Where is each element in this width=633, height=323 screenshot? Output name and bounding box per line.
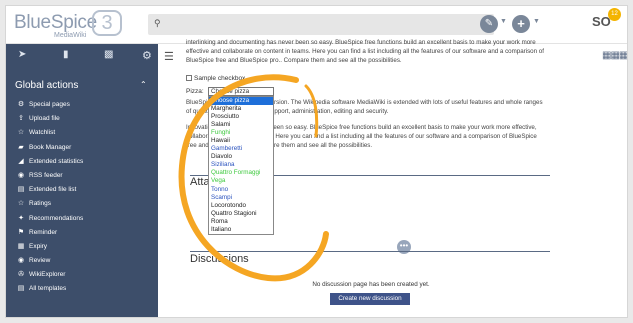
sidebar-item[interactable]: ◉ Review xyxy=(16,254,156,268)
sidebar-item-label: Watchlist xyxy=(29,129,56,137)
edit-button[interactable]: ✎ xyxy=(480,15,498,33)
sidebar-item-label: Review xyxy=(29,257,51,265)
main-content: interlinking and documenting has never b… xyxy=(186,39,556,317)
chevron-down-icon[interactable]: ▼ xyxy=(533,18,540,25)
template-icon: ▤ xyxy=(17,285,25,293)
explorer-icon: ✇ xyxy=(18,271,24,279)
sidebar-item-label: Ratings xyxy=(29,200,52,208)
content-paragraph: interlinking and documenting has never b… xyxy=(186,39,544,64)
plus-icon: + xyxy=(517,16,525,31)
pizza-option[interactable]: Italiano xyxy=(209,226,273,234)
sidebar-item-label: Expiry xyxy=(29,242,48,250)
search-icon: ⚲ xyxy=(154,18,161,28)
pencil-icon: ✎ xyxy=(484,18,494,29)
pizza-option[interactable]: Choose pizza xyxy=(209,97,273,106)
recommend-icon: ✦ xyxy=(18,214,24,222)
clipboard-icon[interactable]: ▩ xyxy=(104,49,113,60)
pizza-option[interactable]: Scampi xyxy=(209,194,273,202)
pizza-option[interactable]: Tonno xyxy=(209,186,273,194)
upload-icon: ⇪ xyxy=(18,115,24,123)
sidebar-item[interactable]: ▰ Book Manager xyxy=(16,141,156,155)
special-pages-icon: ⚙ xyxy=(17,101,25,108)
checkbox-label: Sample checkbox xyxy=(194,75,246,82)
attachments-heading: Atta xyxy=(190,176,210,188)
global-actions-list: ⚙ Special pages ⇪ Upload file ☆ Watchlist ▰… xyxy=(16,98,156,297)
notification-badge[interactable]: 12 xyxy=(608,8,621,21)
logo-wordmark: BlueSpice xyxy=(14,12,97,33)
sidebar-item[interactable]: ◢ Extended statistics xyxy=(16,155,156,169)
sidebar-item-label: Recommendations xyxy=(29,214,84,222)
sidebar-item[interactable]: ✇ WikiExplorer xyxy=(16,268,156,282)
calendar-icon: ▦ xyxy=(17,242,25,250)
sidebar-toolbar: ➤ ▮ ▩ ⚙ xyxy=(6,44,158,66)
book-icon: ▰ xyxy=(18,143,24,151)
pizza-option[interactable]: Funghi xyxy=(209,129,273,137)
star-icon: ☆ xyxy=(17,200,25,208)
logo-subtitle: MediaWiki xyxy=(54,32,87,39)
hamburger-menu-icon[interactable]: ☰ xyxy=(164,50,174,63)
sidebar-item-label: WikiExplorer xyxy=(29,271,66,279)
sidebar-item[interactable]: ☆ Watchlist xyxy=(16,126,156,140)
statistics-icon: ◢ xyxy=(18,157,24,165)
sidebar-item-label: Reminder xyxy=(29,228,58,236)
pizza-option[interactable]: Prosciutto xyxy=(209,113,273,121)
sidebar-item-label: Book Manager xyxy=(29,143,72,151)
sidebar-item[interactable]: ▤ Extended file list xyxy=(16,183,156,197)
pizza-option[interactable]: Siziliana xyxy=(209,161,273,169)
chevron-down-icon[interactable]: ▼ xyxy=(500,18,507,25)
sidebar-item[interactable]: ◉ RSS feeder xyxy=(16,169,156,183)
pizza-option[interactable]: Vega xyxy=(209,177,273,185)
sidebar-item[interactable]: ▤ All templates xyxy=(16,282,156,296)
no-discussion-message: No discussion page has been created yet. xyxy=(312,281,430,288)
sidebar-item[interactable]: ☆ Ratings xyxy=(16,197,156,211)
sidebar-item-label: Extended statistics xyxy=(29,157,84,165)
pizza-option[interactable]: Margherita xyxy=(209,105,273,113)
sidebar-item-label: Special pages xyxy=(29,101,70,108)
divider xyxy=(190,251,550,252)
chevron-up-icon[interactable]: ⌃ xyxy=(140,80,147,89)
star-icon: ☆ xyxy=(17,129,25,137)
navigation-icon[interactable]: ➤ xyxy=(18,49,26,60)
books-icon[interactable]: ▮ xyxy=(63,49,69,60)
rss-icon: ◉ xyxy=(17,171,25,179)
search-input[interactable]: ⚲ xyxy=(148,14,494,35)
sidebar-item-label: RSS feeder xyxy=(29,171,63,179)
pizza-option[interactable]: Quattro Stagioni xyxy=(209,210,273,218)
sidebar-item-label: Upload file xyxy=(29,115,60,123)
sidebar-item[interactable]: ✦ Recommendations xyxy=(16,212,156,226)
pizza-option[interactable]: Hawaii xyxy=(209,137,273,145)
flag-icon: ⚑ xyxy=(17,228,25,236)
pizza-option[interactable]: Salami xyxy=(209,121,273,129)
pizza-dropdown-list[interactable]: Choose pizza Margherita Prosciutto Salami Fu… xyxy=(208,96,274,235)
sidebar-item-label: All templates xyxy=(29,285,67,293)
checkbox[interactable] xyxy=(186,75,192,82)
sample-checkbox-row[interactable]: Sample checkbox xyxy=(186,75,245,82)
pizza-option[interactable]: Locorotondo xyxy=(209,202,273,210)
eye-icon: ◉ xyxy=(17,257,25,265)
pizza-option[interactable]: Diavolo xyxy=(209,153,273,161)
file-list-icon: ▤ xyxy=(17,186,25,194)
sidebar-item-label: Extended file list xyxy=(29,186,77,194)
global-actions-title: Global actions xyxy=(15,80,79,91)
sidebar-item[interactable]: ⚑ Reminder xyxy=(16,226,156,240)
sidebar-item[interactable]: ⇪ Upload file xyxy=(16,112,156,126)
pizza-label: Pizza: xyxy=(186,88,204,95)
create-discussion-button[interactable]: Create new discussion xyxy=(330,293,410,305)
pizza-select[interactable]: Choose pizza xyxy=(208,87,274,96)
app-window: BlueSpice MediaWiki 3 ⚲ ✎ ▼ + ▼ SO 12 ➤ … xyxy=(5,5,628,318)
pizza-option[interactable]: Quattro Formaggi xyxy=(209,169,273,177)
sidebar-item[interactable]: ⚙ Special pages xyxy=(16,98,156,112)
sidebar-item[interactable]: ▦ Expiry xyxy=(16,240,156,254)
bluespice-logo[interactable]: BlueSpice MediaWiki 3 xyxy=(14,10,126,40)
discussions-heading: Discussions xyxy=(190,253,249,265)
logo-version: 3 xyxy=(92,10,122,36)
gear-icon[interactable]: ⚙ xyxy=(142,49,152,62)
sidebar: ➤ ▮ ▩ ⚙ Global actions ⌃ ⚙ Special pages … xyxy=(6,44,158,317)
app-grid-icon[interactable]: ▦▦▦ xyxy=(602,50,627,61)
add-button[interactable]: + xyxy=(512,15,530,33)
pizza-option[interactable]: Gamberetti xyxy=(209,145,273,153)
pizza-option[interactable]: Roma xyxy=(209,218,273,226)
